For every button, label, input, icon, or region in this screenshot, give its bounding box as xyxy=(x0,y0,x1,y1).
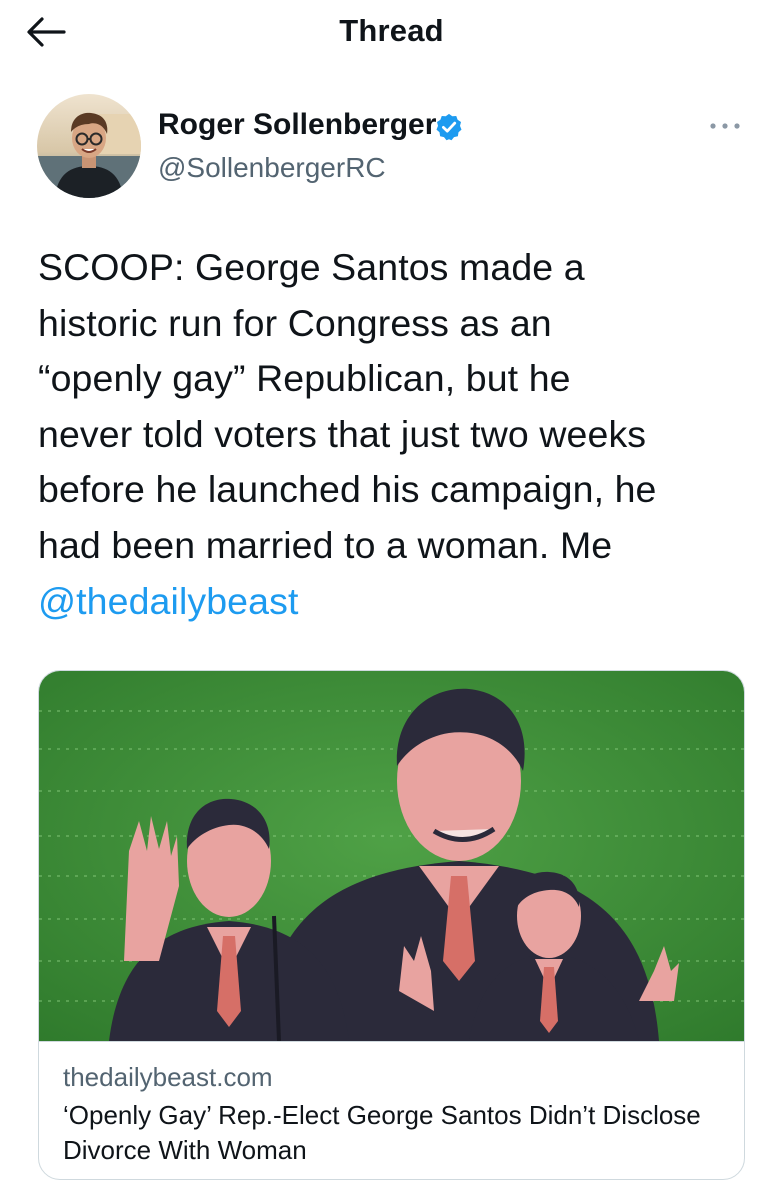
card-domain: thedailybeast.com xyxy=(63,1062,273,1092)
page-title: Thread xyxy=(339,13,444,48)
article-photo-collage xyxy=(39,671,744,1041)
card-title: ‘Openly Gay’ Rep.-Elect George Santos Di… xyxy=(63,1100,701,1165)
tweet-text-line: before he launched his campaign, he xyxy=(38,468,657,511)
more-horizontal-icon[interactable] xyxy=(708,118,742,134)
verified-badge-icon xyxy=(436,113,462,141)
author-name[interactable]: Roger Sollenberger xyxy=(158,108,436,142)
card-divider xyxy=(39,1041,744,1042)
tweet-text: SCOOP: George Santos made a historic run… xyxy=(38,240,758,629)
mention-link[interactable]: @thedailybeast xyxy=(38,574,758,630)
tweet-text-line: had been married to a woman. Me xyxy=(38,523,613,566)
author-avatar[interactable] xyxy=(37,94,141,198)
top-bar: Thread xyxy=(0,0,783,64)
tweet-text-line: historic run for Congress as an xyxy=(38,301,552,344)
tweet-text-line: SCOOP: George Santos made a xyxy=(38,246,585,288)
tweet-text-line: “openly gay” Republican, but he xyxy=(38,357,571,400)
tweet-text-line: never told voters that just two weeks xyxy=(38,412,647,455)
link-card[interactable]: thedailybeast.com ‘Openly Gay’ Rep.-Elec… xyxy=(38,670,745,1180)
author-avatar-photo xyxy=(37,94,141,198)
author-handle[interactable]: @SollenbergerRC xyxy=(158,152,386,184)
